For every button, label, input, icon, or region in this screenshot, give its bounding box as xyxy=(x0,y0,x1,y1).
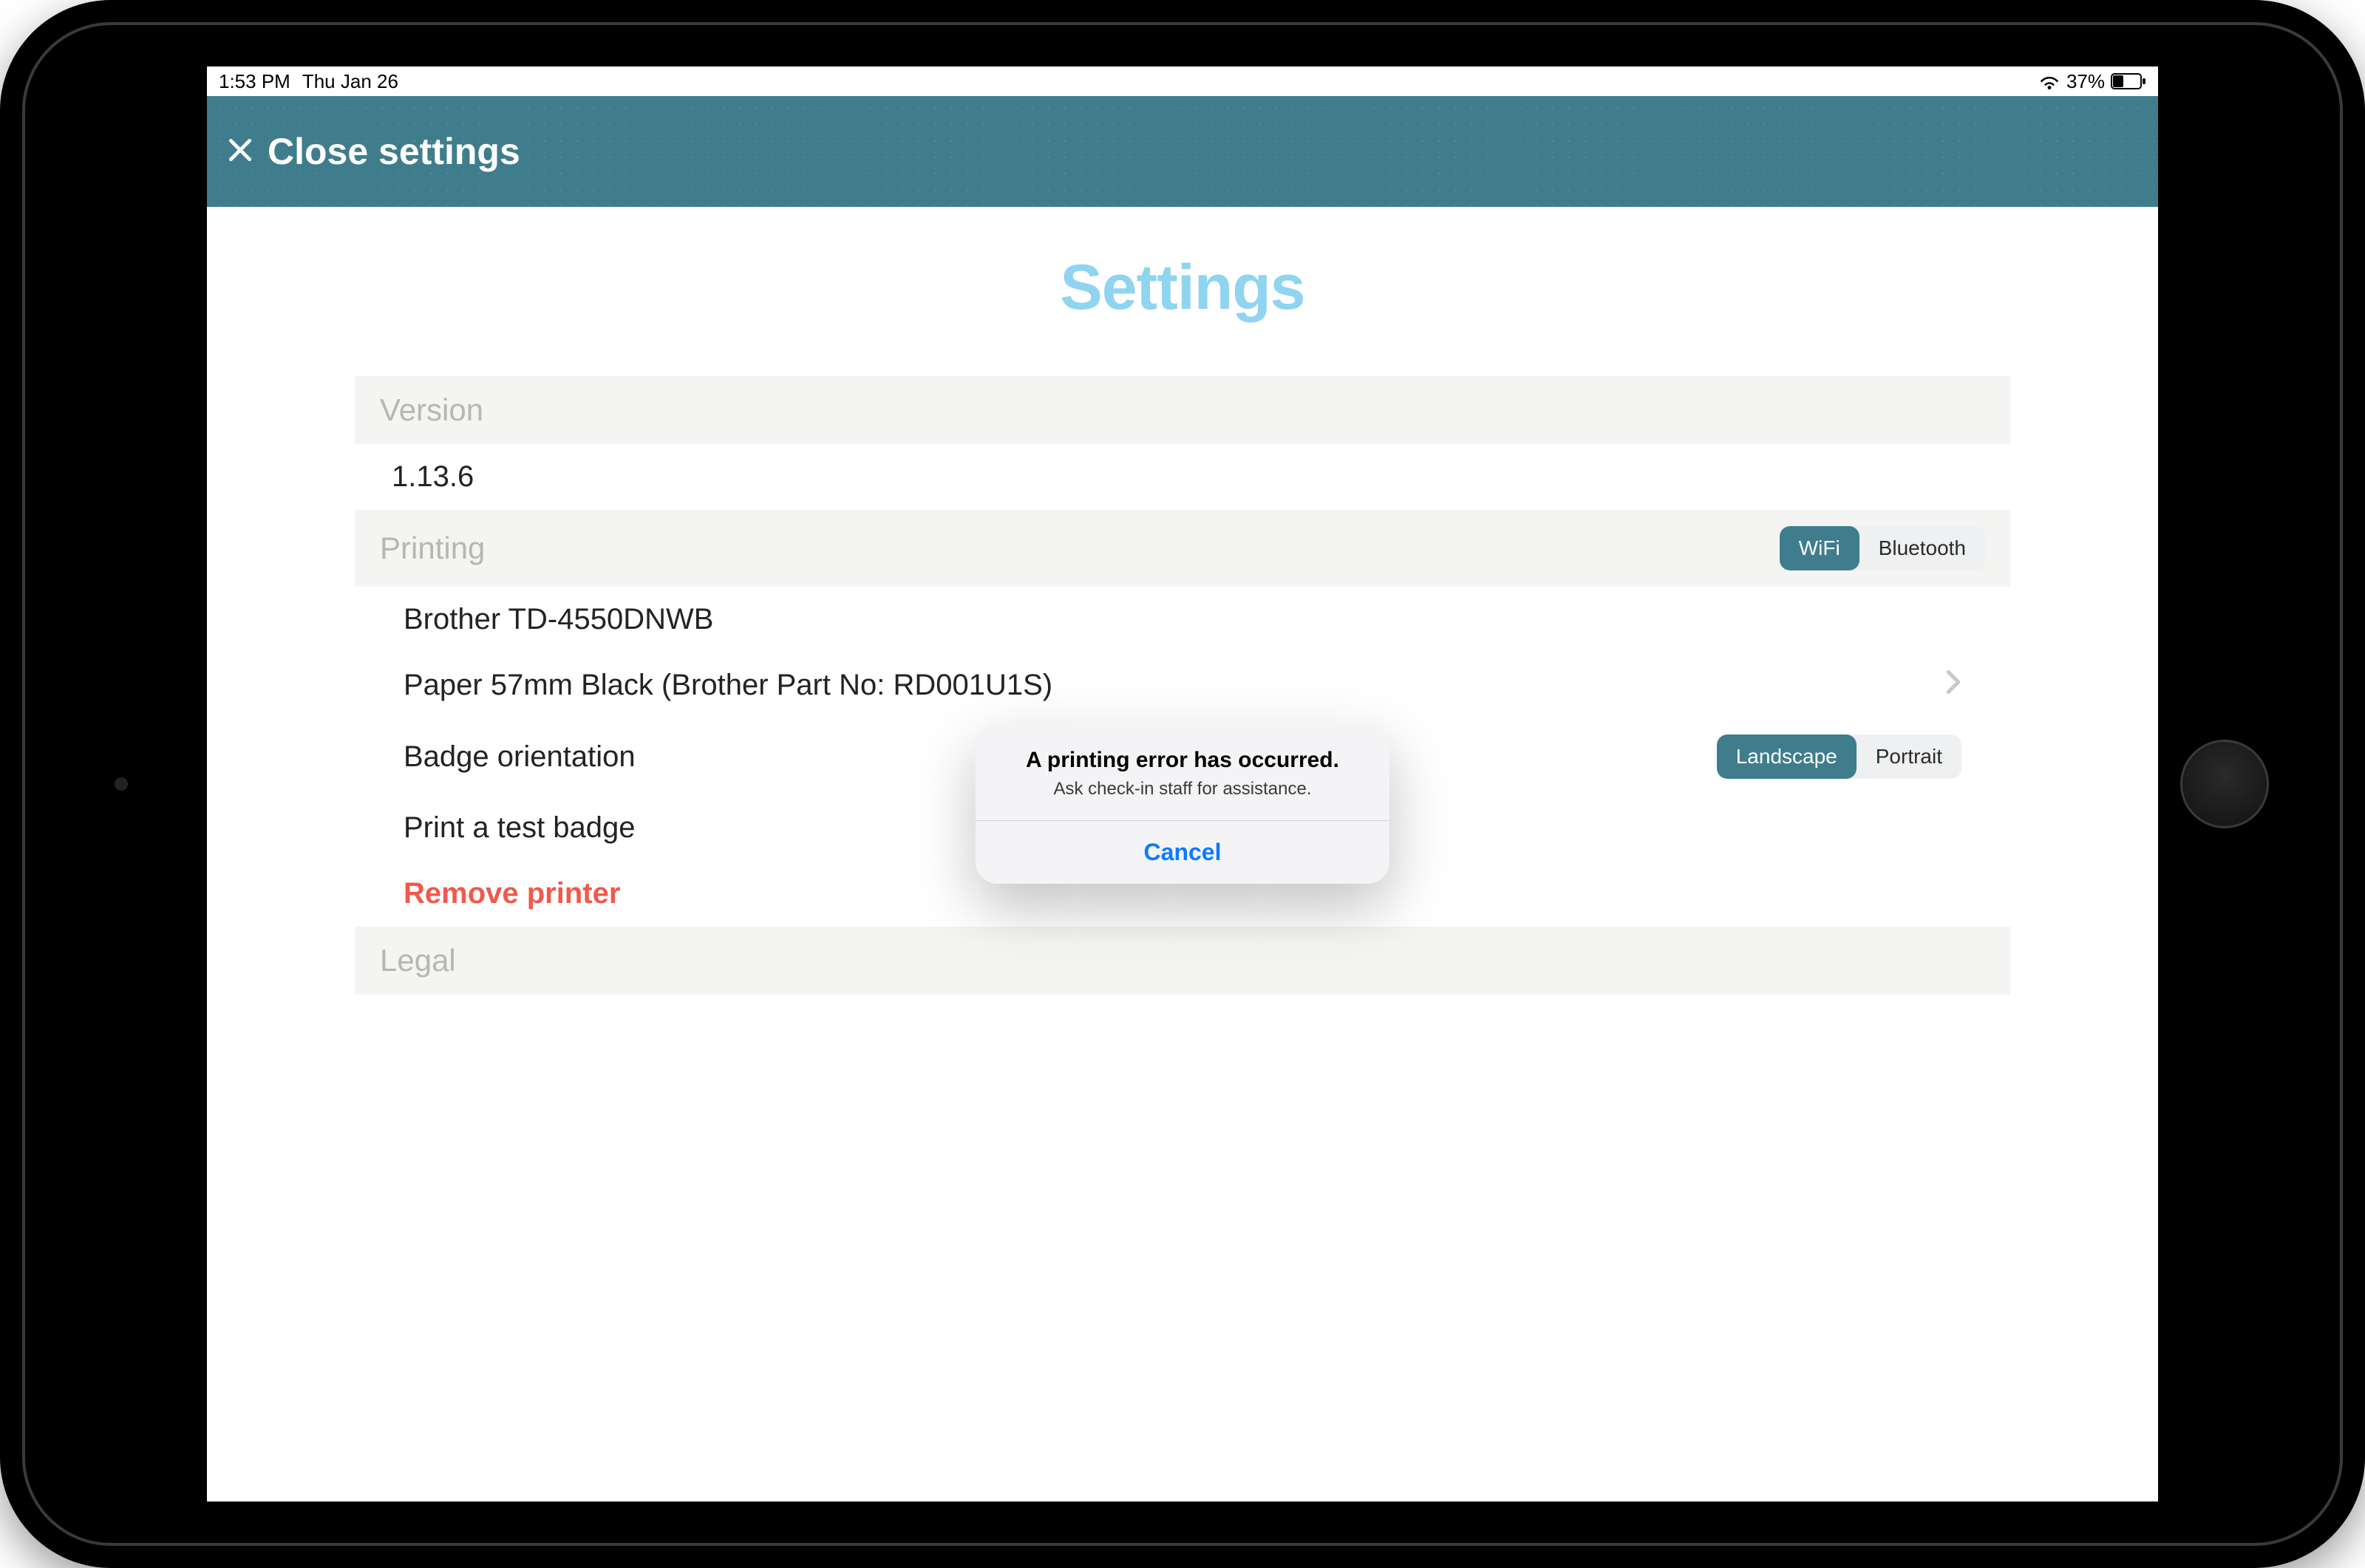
page-title: Settings xyxy=(207,251,2158,324)
close-settings-button[interactable]: Close settings xyxy=(226,130,520,173)
settings-list: Version 1.13.6 Printing WiFi Bluetooth B… xyxy=(355,376,2010,995)
paper-label: Paper 57mm Black (Brother Part No: RD001… xyxy=(404,669,1052,702)
paper-row[interactable]: Paper 57mm Black (Brother Part No: RD001… xyxy=(355,652,2010,718)
status-date: Thu Jan 26 xyxy=(302,70,398,93)
connection-type-segmented[interactable]: WiFi Bluetooth xyxy=(1780,526,1985,570)
alert-message: Ask check-in staff for assistance. xyxy=(996,779,1369,800)
status-battery-percent: 37% xyxy=(2066,70,2105,93)
chevron-right-icon xyxy=(1945,669,1961,702)
status-time: 1:53 PM xyxy=(219,70,290,93)
printing-error-alert: A printing error has occurred. Ask check… xyxy=(976,724,1389,884)
alert-cancel-button[interactable]: Cancel xyxy=(976,821,1389,884)
close-settings-label: Close settings xyxy=(268,130,520,173)
section-header-version: Version xyxy=(355,376,2010,444)
connection-wifi-option[interactable]: WiFi xyxy=(1780,526,1859,570)
ipad-device-frame: 1:53 PM Thu Jan 26 37% Close settings xyxy=(0,0,2365,1568)
orientation-segmented[interactable]: Landscape Portrait xyxy=(1717,734,1961,779)
close-icon xyxy=(226,130,254,173)
section-header-printing: Printing WiFi Bluetooth xyxy=(355,510,2010,587)
battery-icon xyxy=(2111,73,2146,89)
wifi-icon xyxy=(2038,73,2061,89)
orientation-landscape-option[interactable]: Landscape xyxy=(1717,734,1857,779)
print-test-badge-label: Print a test badge xyxy=(404,811,636,845)
status-bar: 1:53 PM Thu Jan 26 37% xyxy=(207,67,2158,96)
alert-title: A printing error has occurred. xyxy=(996,748,1369,773)
connection-bluetooth-option[interactable]: Bluetooth xyxy=(1859,526,1985,570)
orientation-label: Badge orientation xyxy=(404,740,636,774)
printer-name: Brother TD-4550DNWB xyxy=(404,603,713,636)
section-header-legal: Legal xyxy=(355,927,2010,995)
remove-printer-label: Remove printer xyxy=(404,877,620,910)
home-button[interactable] xyxy=(2180,740,2269,828)
printer-name-row[interactable]: Brother TD-4550DNWB xyxy=(355,587,2010,652)
screen: 1:53 PM Thu Jan 26 37% Close settings xyxy=(207,67,2158,1501)
front-camera xyxy=(115,777,128,791)
version-value: 1.13.6 xyxy=(392,460,474,494)
app-header: Close settings xyxy=(207,96,2158,207)
version-row: 1.13.6 xyxy=(355,444,2010,510)
orientation-portrait-option[interactable]: Portrait xyxy=(1857,734,1961,779)
